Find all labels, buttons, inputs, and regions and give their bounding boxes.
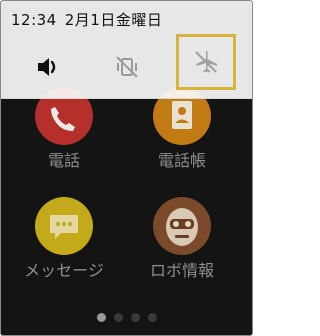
clock: 12:34 [11, 11, 57, 29]
vibrate-toggle[interactable] [107, 47, 147, 87]
airplane-mode-toggle[interactable] [176, 34, 236, 90]
page-dot [113, 313, 123, 322]
airplane-mode-off-icon [195, 51, 217, 73]
device-screen: 電話 電話帳 メッセージ ロボ情報 12:34 2月1日金曜日 [0, 0, 253, 336]
volume-icon [38, 58, 56, 76]
status-bar: 12:34 2月1日金曜日 [11, 9, 162, 30]
app-label: 電話帳 [157, 151, 206, 170]
robot-info-icon [153, 197, 211, 255]
page-dot [147, 313, 157, 322]
volume-toggle[interactable] [28, 47, 68, 87]
quick-settings-panel: 12:34 2月1日金曜日 [1, 1, 252, 99]
message-icon [35, 197, 93, 255]
vibrate-off-icon [116, 56, 138, 78]
app-label: メッセージ [24, 261, 104, 280]
app-label: ロボ情報 [149, 261, 214, 280]
page-indicator[interactable] [1, 307, 252, 326]
page-dot [96, 313, 106, 322]
app-label: 電話 [47, 151, 80, 170]
page-dot [130, 313, 140, 322]
date: 2月1日金曜日 [64, 11, 163, 29]
